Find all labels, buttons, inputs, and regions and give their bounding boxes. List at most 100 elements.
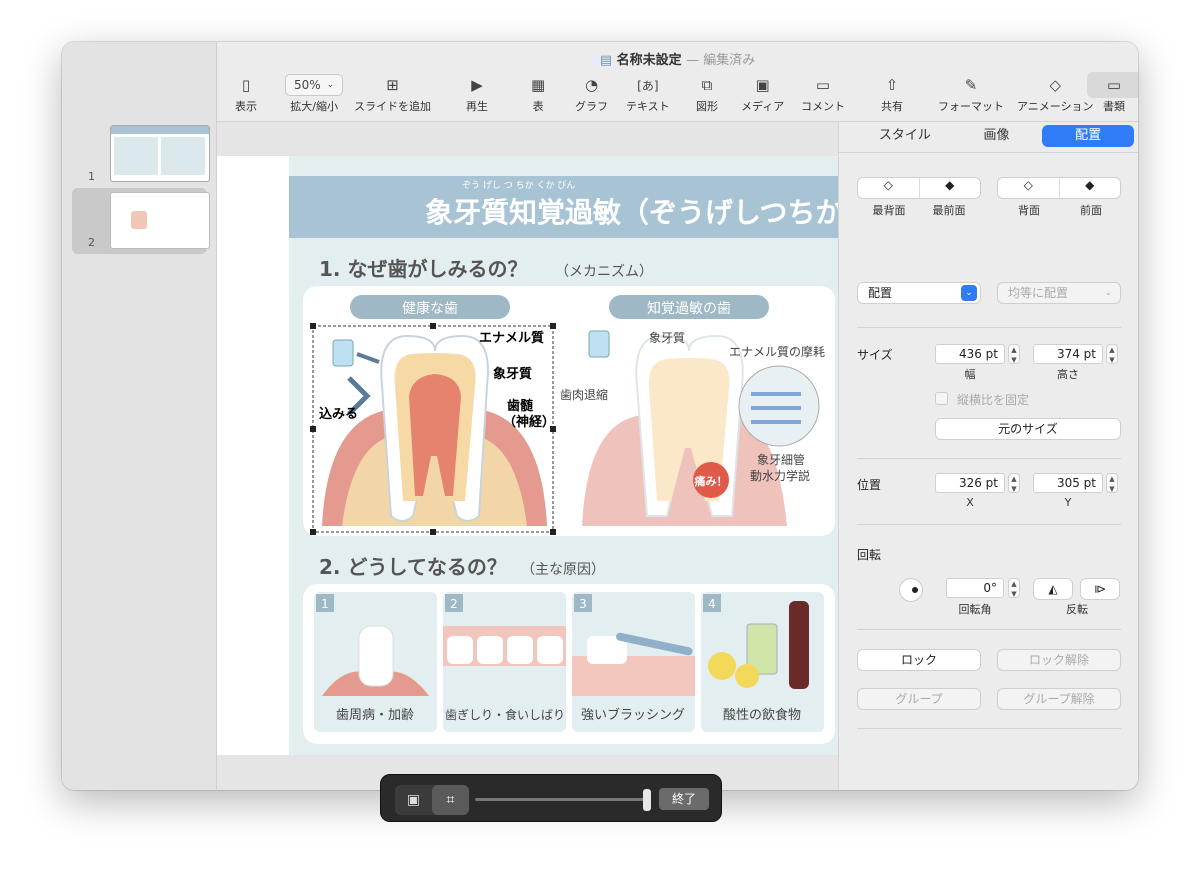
resize-handle[interactable] — [310, 323, 316, 329]
height-field[interactable]: 374 pt — [1033, 344, 1103, 364]
text-button[interactable]: [あ] テキスト — [626, 74, 670, 114]
flip-horizontal-icon[interactable]: ◭ — [1033, 578, 1073, 600]
angle-field[interactable]: 0° — [946, 578, 1004, 598]
zoom-select[interactable]: 50% ⌄ — [285, 74, 344, 96]
cause-number: 2 — [450, 597, 458, 611]
chart-icon: ◔ — [584, 76, 599, 94]
bring-forward-label: 前面 — [1080, 204, 1102, 217]
inspector-panel: スタイル 画像 配置 ◇ ◆ 最背面 最前面 ◇ ◆ 背面 前面 配置 ⌄ 均等… — [838, 122, 1138, 790]
crop-slider-handle[interactable] — [643, 789, 651, 811]
resize-handle[interactable] — [310, 426, 316, 432]
slide-navigator: 1 2 — [62, 42, 217, 790]
shape-label: 図形 — [696, 100, 718, 113]
table-button[interactable]: ▦ 表 — [531, 74, 545, 114]
resize-handle[interactable] — [550, 529, 556, 535]
zoom-control[interactable]: 50% ⌄ 拡大/縮小 — [285, 74, 344, 114]
done-button[interactable]: 終了 — [659, 788, 709, 810]
bring-forward-icon[interactable]: ◆ — [1060, 178, 1121, 198]
document-button[interactable]: ▭ 書類 — [1103, 74, 1125, 114]
format-label: フォーマット — [938, 100, 1004, 113]
healthy-tooth-label: 健康な歯 — [402, 300, 458, 317]
align-select[interactable]: 配置 ⌄ — [857, 282, 981, 304]
chart-button[interactable]: ◔ グラフ — [575, 74, 608, 114]
width-field[interactable]: 436 pt — [935, 344, 1005, 364]
add-slide-label: スライドを追加 — [354, 100, 431, 113]
view-label: 表示 — [235, 100, 257, 113]
bring-to-front-icon[interactable]: ◆ — [920, 178, 981, 198]
section1-subheading: （メカニズム） — [555, 264, 653, 280]
x-stepper[interactable]: ▲ ▼ — [1008, 473, 1020, 493]
flip-vertical-icon[interactable]: ⧐ — [1080, 578, 1120, 600]
angle-stepper[interactable]: ▲ ▼ — [1008, 578, 1020, 598]
width-stepper[interactable]: ▲ ▼ — [1008, 344, 1020, 364]
slide-thumb-row-1[interactable]: 1 — [72, 122, 210, 188]
crop-mode-toggle: ▣ ⌗ — [395, 785, 469, 815]
document-icon: ▤ — [599, 53, 613, 68]
group-button[interactable]: グループ — [857, 688, 981, 710]
cause-number: 3 — [579, 597, 587, 611]
crop-popup: ▣ ⌗ 終了 — [380, 774, 722, 822]
distribute-select-value: 均等に配置 — [1008, 286, 1069, 300]
resize-handle[interactable] — [310, 529, 316, 535]
tab-image[interactable]: 画像 — [951, 125, 1043, 147]
cold-water-glass-icon — [332, 339, 354, 367]
cold-water-glass-icon — [588, 330, 610, 358]
pain-label: 痛み！ — [694, 474, 728, 488]
unlock-button[interactable]: ロック解除 — [997, 649, 1121, 671]
tab-style[interactable]: スタイル — [859, 125, 951, 147]
cause-card-4: 4 酸性の飲食物 — [701, 592, 824, 732]
cause-card-3: 3 強いブラッシング — [572, 592, 695, 732]
slide-thumb-row-2[interactable]: 2 — [72, 188, 210, 254]
align-select-value: 配置 — [868, 286, 893, 300]
comment-button[interactable]: ▭ コメント — [801, 74, 845, 114]
size-label: サイズ — [857, 348, 893, 362]
y-stepper[interactable]: ▲ ▼ — [1106, 473, 1118, 493]
shape-button[interactable]: ⧉ 図形 — [696, 74, 718, 114]
cause-number: 1 — [321, 597, 329, 611]
media-button[interactable]: ▣ メディア — [741, 74, 784, 114]
slide-image[interactable]: ぞう げし つ ちか くか びん 象牙質知覚過敏（ぞうげしつちか 1. なぜ歯が… — [217, 156, 838, 755]
y-label: Y — [1064, 496, 1072, 509]
height-stepper[interactable]: ▲ ▼ — [1106, 344, 1118, 364]
resize-handle[interactable] — [430, 529, 436, 535]
cause-card-1: 1 歯周病・加齢 — [314, 592, 437, 732]
chevron-down-icon: ⌄ — [961, 285, 977, 301]
play-button[interactable]: ▶ 再生 — [466, 74, 488, 114]
resize-handle[interactable] — [550, 323, 556, 329]
y-field[interactable]: 305 pt — [1033, 473, 1103, 493]
ungroup-button[interactable]: グループ解除 — [997, 688, 1121, 710]
distribute-select[interactable]: 均等に配置 ⌄ — [997, 282, 1121, 304]
slide-thumbnail-1[interactable] — [110, 125, 210, 182]
slide[interactable]: ぞう げし つ ちか くか びん 象牙質知覚過敏（ぞうげしつちか 1. なぜ歯が… — [217, 156, 838, 755]
flip-label: 反転 — [1066, 603, 1088, 616]
play-icon: ▶ — [471, 76, 483, 94]
dentin-label-2: 象牙質 — [649, 330, 685, 345]
dentin-label: 象牙質 — [493, 366, 532, 382]
resize-handle[interactable] — [430, 323, 436, 329]
crop-slider[interactable] — [475, 798, 647, 801]
angle-label: 回転角 — [958, 603, 992, 616]
constrain-checkbox[interactable] — [935, 392, 948, 405]
crop-icon[interactable]: ⌗ — [432, 785, 469, 815]
add-slide-button[interactable]: ⊞ スライドを追加 — [354, 74, 431, 114]
format-button[interactable]: ✎ フォーマット — [938, 74, 1004, 114]
toolbar: ▤ 名称未設定 — 編集済み ▯ 表示 50% ⌄ 拡大/縮小 ⊞ スライドを追加 ▶ 再… — [217, 42, 1138, 122]
view-button[interactable]: ▯ 表示 — [235, 74, 257, 114]
lock-button[interactable]: ロック — [857, 649, 981, 671]
send-to-back-icon[interactable]: ◇ — [858, 178, 920, 198]
image-icon[interactable]: ▣ — [395, 785, 432, 815]
slide-canvas[interactable]: ぞう げし つ ちか くか びん 象牙質知覚過敏（ぞうげしつちか 1. なぜ歯が… — [217, 122, 838, 790]
x-field[interactable]: 326 pt — [935, 473, 1005, 493]
animate-button[interactable]: ◇ アニメーション — [1017, 74, 1094, 114]
shape-icon: ⧉ — [701, 76, 713, 94]
slide-thumbnail-2[interactable] — [110, 192, 210, 249]
tubule-label: 象牙細管 — [757, 452, 805, 467]
original-size-button[interactable]: 元のサイズ — [935, 418, 1121, 440]
send-backward-icon[interactable]: ◇ — [998, 178, 1060, 198]
tab-arrange[interactable]: 配置 — [1042, 125, 1135, 147]
comment-label: コメント — [801, 100, 845, 113]
share-button[interactable]: ⇧ 共有 — [881, 74, 903, 114]
gum-recession-label: 歯肉退縮 — [560, 387, 608, 402]
rotate-dial[interactable] — [899, 578, 923, 602]
cause-label: 酸性の飲食物 — [723, 707, 801, 723]
